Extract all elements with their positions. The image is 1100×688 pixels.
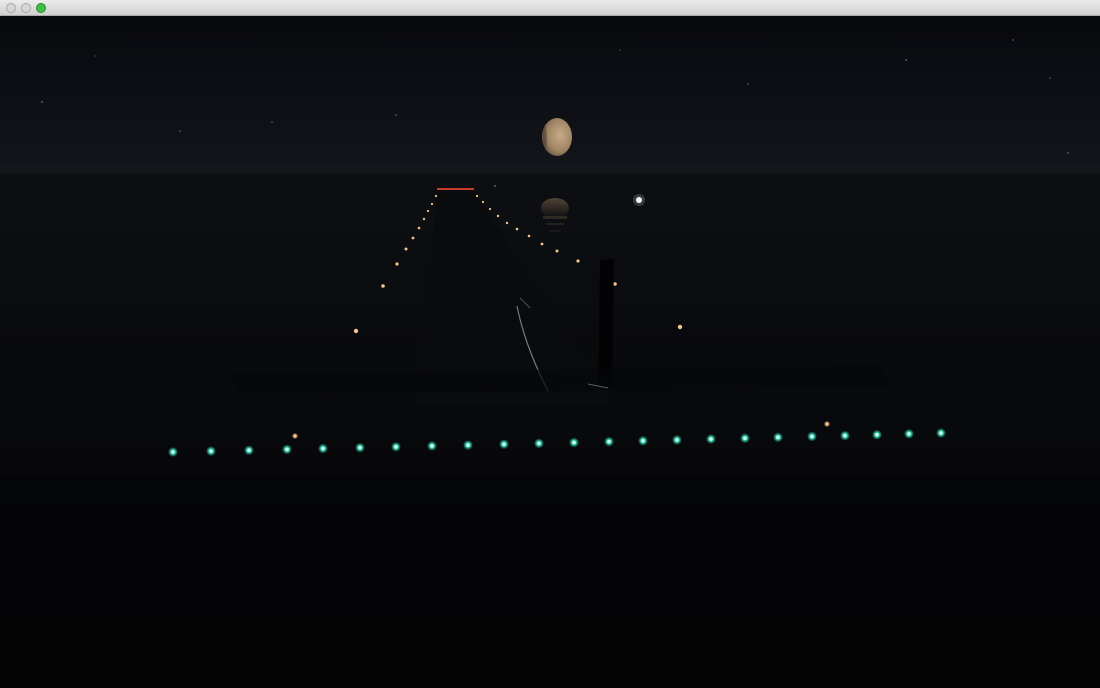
threshold-light (675, 438, 679, 442)
threshold-light (466, 443, 470, 447)
threshold-light (394, 445, 398, 449)
threshold-light (171, 450, 175, 454)
zoom-button[interactable] (36, 3, 46, 13)
threshold-light (321, 446, 325, 451)
threshold-light (776, 435, 780, 440)
threshold-light (875, 432, 879, 437)
distant-light (633, 194, 645, 206)
close-button[interactable] (6, 3, 16, 13)
threshold-light (247, 448, 251, 453)
threshold-light (209, 449, 213, 453)
threshold-light (743, 436, 747, 440)
threshold-light (537, 441, 541, 446)
threshold-light (641, 438, 645, 443)
threshold-light (607, 439, 611, 444)
foreground (0, 476, 1100, 688)
threshold-light (430, 444, 434, 448)
threshold-light (709, 437, 713, 441)
threshold-light (502, 442, 506, 447)
threshold-light (572, 440, 576, 445)
simulator-viewport[interactable] (0, 16, 1100, 688)
night-scene (0, 16, 1100, 688)
minimize-button[interactable] (21, 3, 31, 13)
threshold-light (810, 434, 814, 439)
moon (542, 118, 572, 156)
threshold-light (939, 431, 943, 435)
app-window (0, 0, 1100, 688)
threshold-light (843, 433, 847, 438)
threshold-light (285, 447, 289, 452)
threshold-light (907, 432, 911, 436)
title-bar[interactable] (0, 0, 1100, 16)
threshold-light (358, 445, 362, 450)
